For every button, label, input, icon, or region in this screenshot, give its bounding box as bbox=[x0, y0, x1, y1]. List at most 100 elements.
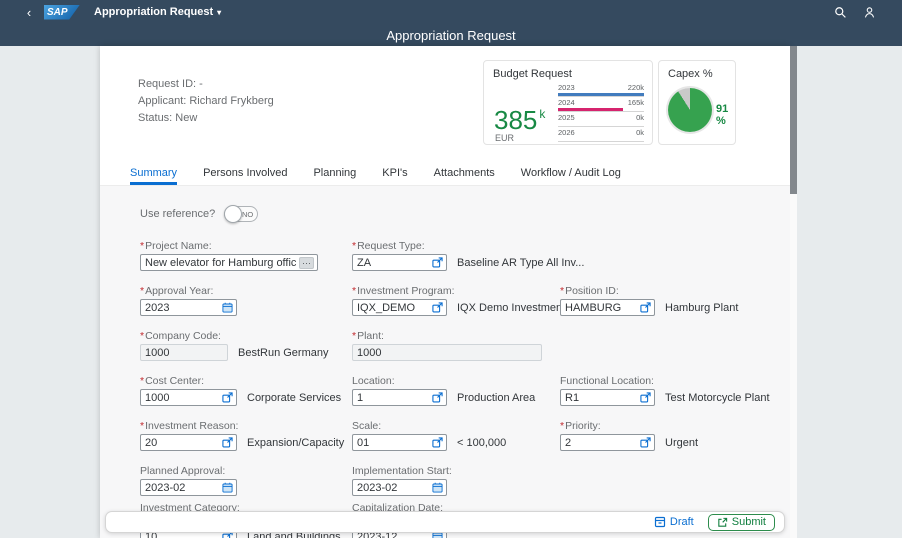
budget-currency: EUR bbox=[495, 133, 515, 143]
field-label: Plant: bbox=[352, 330, 542, 343]
capex-card[interactable]: Capex % 91 % bbox=[658, 60, 736, 145]
field-description: Hamburg Plant bbox=[665, 301, 739, 314]
page-title: Appropriation Request bbox=[0, 24, 902, 46]
tab-persons-involved[interactable]: Persons Involved bbox=[203, 164, 287, 185]
capex-value: 91 % bbox=[716, 103, 729, 127]
app-title-menu[interactable]: Appropriation Request ▾ bbox=[94, 6, 221, 18]
tab-planning[interactable]: Planning bbox=[313, 164, 356, 185]
budget-mini-chart: 2023 220k 2024 165k 2025 0k 2026 0k bbox=[558, 83, 644, 143]
approval-year-input[interactable] bbox=[144, 301, 220, 314]
field-label: Functional Location: bbox=[560, 375, 654, 387]
scrollbar-thumb[interactable] bbox=[790, 46, 797, 194]
tab-attachments[interactable]: Attachments bbox=[434, 164, 495, 185]
value-help-icon[interactable] bbox=[222, 392, 233, 403]
field-description: Expansion/Capacity bbox=[247, 436, 345, 449]
value-help-icon[interactable] bbox=[640, 437, 651, 448]
field-approval-year: Approval Year: bbox=[140, 285, 237, 316]
location-input[interactable] bbox=[356, 391, 430, 404]
field-label: Request Type: bbox=[352, 240, 584, 253]
company-code-input bbox=[144, 346, 224, 359]
cost-center-input[interactable] bbox=[144, 391, 220, 404]
tab-bar: Summary Persons Involved Planning KPI's … bbox=[100, 164, 790, 186]
field-description: Production Area bbox=[457, 391, 536, 404]
user-button[interactable] bbox=[863, 6, 876, 19]
implementation-start-input[interactable] bbox=[356, 481, 430, 494]
project-name-input[interactable] bbox=[144, 256, 297, 269]
field-functional-location: Functional Location: Test Motorcycle Pla… bbox=[560, 375, 770, 406]
shell-bar: ‹ SAP Appropriation Request ▾ bbox=[0, 0, 902, 24]
value-help-icon[interactable] bbox=[432, 392, 443, 403]
search-button[interactable] bbox=[834, 6, 847, 19]
request-type-input[interactable] bbox=[356, 256, 430, 269]
capex-donut bbox=[668, 88, 712, 132]
toggle-state: NO bbox=[241, 210, 254, 219]
summary-form: Use reference? NO Project Name: ⋯ Reques… bbox=[100, 186, 790, 538]
header-meta: Request ID: - Applicant: Richard Frykber… bbox=[138, 78, 274, 129]
field-label: Implementation Start: bbox=[352, 465, 452, 477]
field-priority: Priority: Urgent bbox=[560, 420, 698, 451]
field-label: Planned Approval: bbox=[140, 465, 226, 477]
value-help-icon[interactable] bbox=[432, 437, 443, 448]
app-title: Appropriation Request bbox=[94, 6, 214, 18]
functional-location-input[interactable] bbox=[564, 391, 638, 404]
capex-card-title: Capex % bbox=[668, 68, 713, 80]
field-investment-reason: Investment Reason: Expansion/Capacity bbox=[140, 420, 344, 451]
sap-logo: SAP bbox=[44, 4, 80, 20]
calendar-icon[interactable] bbox=[432, 482, 443, 493]
footer-toolbar: Draft Submit bbox=[105, 511, 785, 533]
planned-approval-input[interactable] bbox=[144, 481, 220, 494]
field-description: Baseline AR Type All Inv... bbox=[457, 256, 585, 269]
field-investment-program: Investment Program: IQX Demo Investment … bbox=[352, 285, 588, 316]
field-plant: Plant: bbox=[352, 330, 542, 361]
object-page: Request ID: - Applicant: Richard Frykber… bbox=[100, 46, 790, 538]
calendar-icon[interactable] bbox=[222, 482, 233, 493]
tab-workflow-audit-log[interactable]: Workflow / Audit Log bbox=[521, 164, 621, 185]
budget-request-card[interactable]: Budget Request 385 k EUR 2023 220k 2024 165… bbox=[483, 60, 653, 145]
calendar-icon[interactable] bbox=[222, 302, 233, 313]
draft-icon bbox=[654, 516, 666, 528]
investment-reason-input[interactable] bbox=[144, 436, 220, 449]
object-header: Request ID: - Applicant: Richard Frykber… bbox=[100, 46, 790, 164]
more-icon[interactable]: ⋯ bbox=[299, 256, 314, 269]
field-cost-center: Cost Center: Corporate Services bbox=[140, 375, 341, 406]
field-scale: Scale: < 100,000 bbox=[352, 420, 506, 451]
value-help-icon[interactable] bbox=[222, 437, 233, 448]
field-location: Location: Production Area bbox=[352, 375, 535, 406]
use-reference-row: Use reference? NO bbox=[140, 205, 259, 223]
field-description: Corporate Services bbox=[247, 391, 342, 404]
back-button[interactable]: ‹ bbox=[14, 5, 44, 20]
person-icon bbox=[864, 6, 875, 18]
use-reference-toggle[interactable]: NO bbox=[224, 205, 259, 223]
chart-row: 2023 220k bbox=[558, 83, 644, 97]
submit-button[interactable]: Submit bbox=[707, 513, 775, 531]
scrollbar-track[interactable] bbox=[790, 46, 797, 538]
field-company-code: Company Code: BestRun Germany bbox=[140, 330, 328, 361]
scale-input[interactable] bbox=[356, 436, 430, 449]
tab-summary[interactable]: Summary bbox=[130, 164, 178, 185]
investment-program-input[interactable] bbox=[356, 301, 430, 314]
field-label: Position ID: bbox=[560, 285, 738, 298]
value-help-icon[interactable] bbox=[432, 257, 443, 268]
submit-label: Submit bbox=[731, 516, 766, 528]
field-position-id: Position ID: Hamburg Plant bbox=[560, 285, 738, 316]
value-help-icon[interactable] bbox=[640, 392, 651, 403]
draft-button[interactable]: Draft bbox=[654, 516, 694, 528]
chart-row: 2025 0k bbox=[558, 113, 644, 127]
chevron-down-icon: ▾ bbox=[217, 7, 222, 17]
field-label: Investment Reason: bbox=[140, 420, 344, 433]
value-help-icon[interactable] bbox=[432, 302, 443, 313]
field-description: BestRun Germany bbox=[238, 346, 329, 359]
field-description: Urgent bbox=[665, 436, 699, 449]
field-label: Location: bbox=[352, 375, 395, 387]
field-description: < 100,000 bbox=[457, 436, 507, 449]
position-id-input[interactable] bbox=[564, 301, 638, 314]
value-help-icon[interactable] bbox=[640, 302, 651, 313]
status: Status: New bbox=[138, 112, 198, 124]
field-project-name: Project Name: ⋯ bbox=[140, 240, 318, 271]
field-label: Company Code: bbox=[140, 330, 328, 343]
tab-kpis[interactable]: KPI's bbox=[382, 164, 407, 185]
priority-input[interactable] bbox=[564, 436, 638, 449]
chart-row: 2026 0k bbox=[558, 128, 644, 142]
submit-icon bbox=[718, 517, 727, 527]
chart-row: 2024 165k bbox=[558, 98, 644, 112]
